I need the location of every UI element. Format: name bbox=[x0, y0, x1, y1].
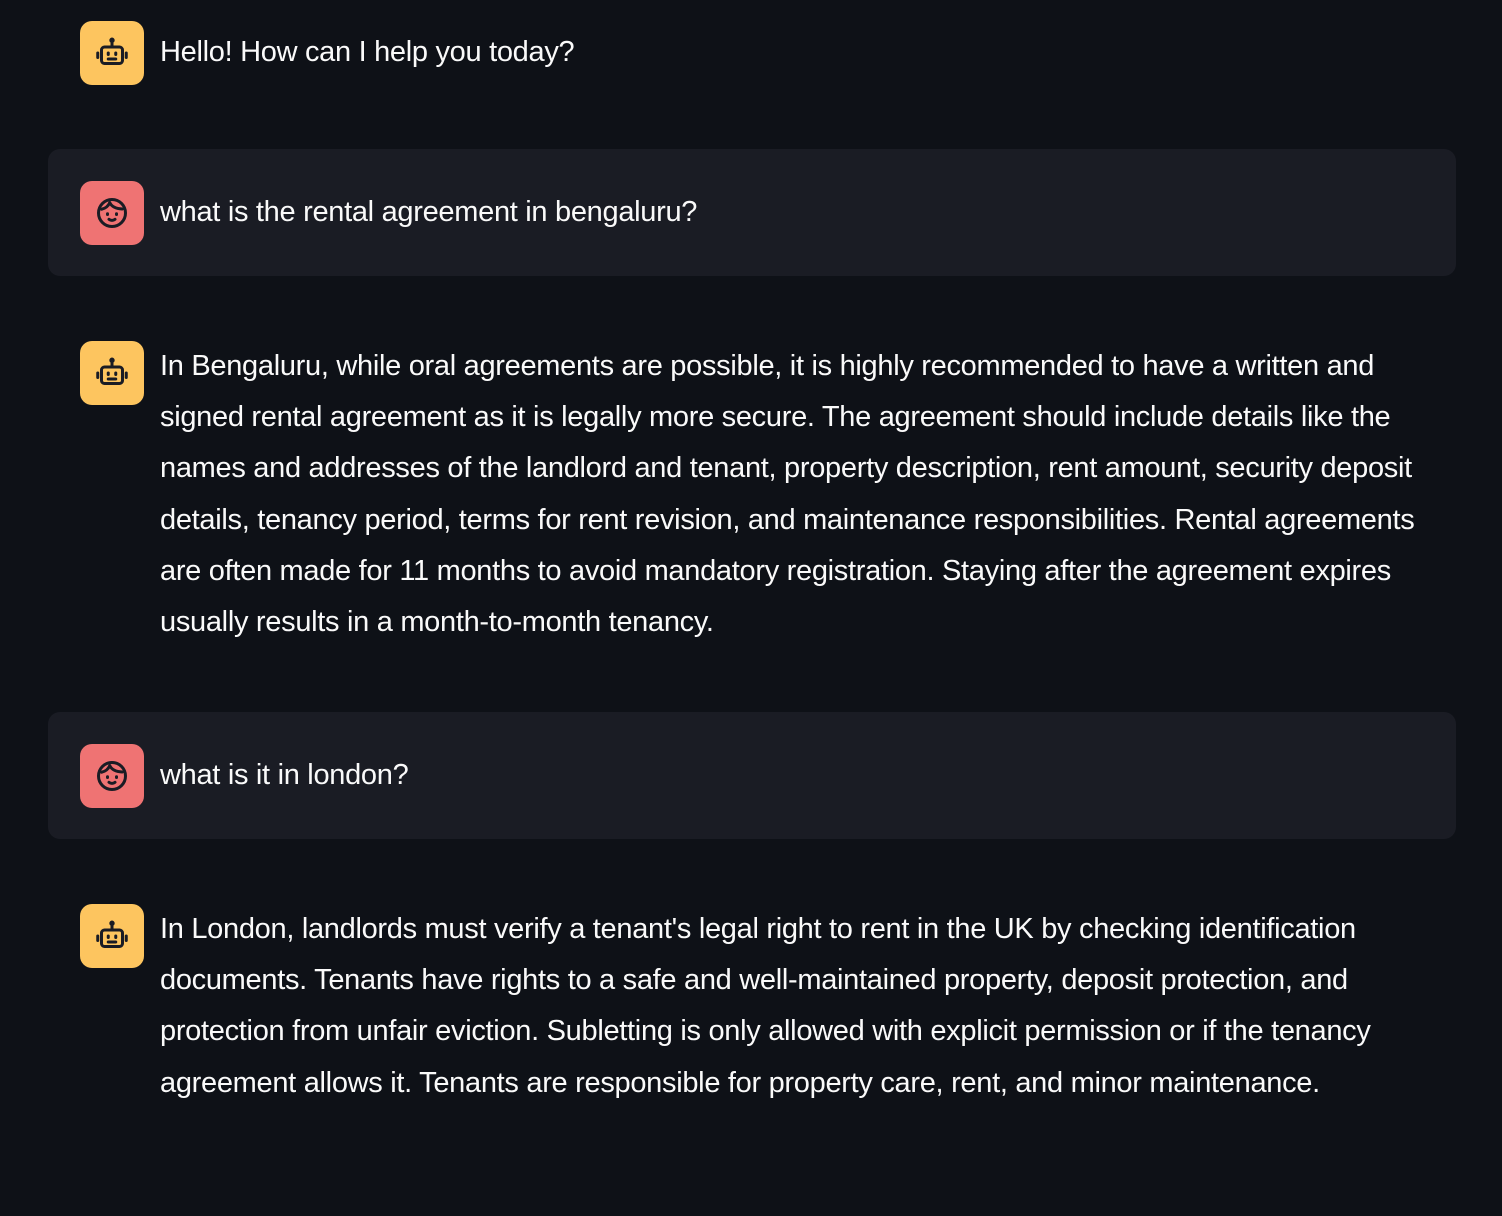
message-text: Hello! How can I help you today? bbox=[160, 36, 575, 68]
message-text: what is the rental agreement in bengalur… bbox=[160, 196, 698, 228]
user-avatar bbox=[80, 181, 144, 245]
chat-message-assistant: In London, landlords must verify a tenan… bbox=[48, 873, 1456, 1193]
message-text: what is it in london? bbox=[160, 759, 409, 791]
robot-icon bbox=[94, 355, 130, 391]
assistant-avatar bbox=[80, 341, 144, 405]
user-face-icon bbox=[94, 195, 130, 231]
assistant-avatar bbox=[80, 904, 144, 968]
message-text: In London, landlords must verify a tenan… bbox=[160, 913, 1371, 1099]
chat-message-assistant: In Bengaluru, while oral agreements are … bbox=[48, 310, 1456, 670]
message-text: In Bengaluru, while oral agreements are … bbox=[160, 350, 1415, 639]
robot-icon bbox=[94, 918, 130, 954]
user-face-icon bbox=[94, 758, 130, 794]
chat-message-assistant: Hello! How can I help you today? bbox=[48, 0, 1456, 110]
chat-message-user: what is the rental agreement in bengalur… bbox=[48, 149, 1456, 276]
chat-message-user: what is it in london? bbox=[48, 712, 1456, 839]
assistant-avatar bbox=[80, 21, 144, 85]
robot-icon bbox=[94, 35, 130, 71]
user-avatar bbox=[80, 744, 144, 808]
